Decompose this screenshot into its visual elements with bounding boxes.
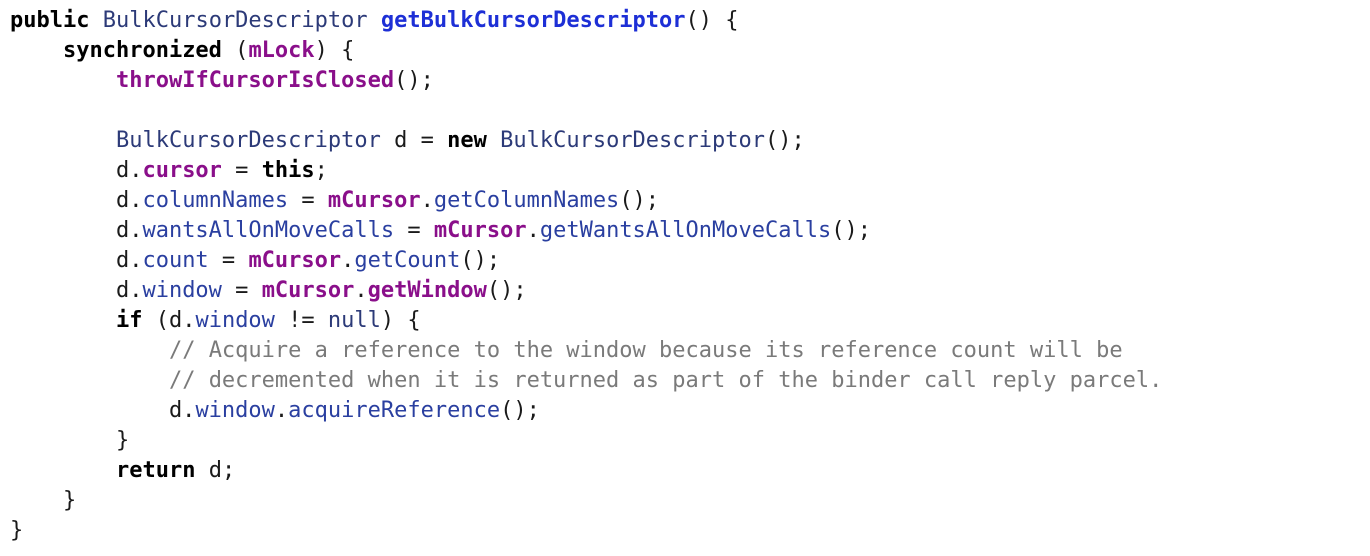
code-token: synchronized	[62, 38, 222, 63]
code-line: }	[10, 516, 1370, 546]
code-token: null	[327, 308, 381, 333]
code-token: ) {	[380, 308, 421, 333]
code-token: }	[10, 428, 130, 453]
code-token: ) {	[314, 38, 355, 63]
code-token: this	[261, 158, 315, 183]
code-token: .	[354, 278, 368, 303]
code-token: new	[447, 128, 487, 153]
code-line: d.window.acquireReference();	[10, 396, 1370, 426]
code-token: d;	[195, 458, 236, 483]
code-token: if	[115, 308, 143, 333]
code-line: }	[10, 426, 1370, 456]
code-token: =	[208, 248, 249, 273]
code-line: throwIfCursorIsClosed();	[10, 66, 1370, 96]
code-token: d.	[10, 188, 143, 213]
code-token: =	[221, 158, 262, 183]
code-line: }	[10, 486, 1370, 516]
code-token: count	[142, 248, 209, 273]
code-token: .	[526, 218, 540, 243]
code-token: mCursor	[248, 248, 342, 273]
code-line: d.wantsAllOnMoveCalls = mCursor.getWants…	[10, 216, 1370, 246]
code-token: // decremented when it is returned as pa…	[168, 368, 1163, 393]
code-line: synchronized (mLock) {	[10, 36, 1370, 66]
code-token: d.	[10, 278, 143, 303]
code-token: throwIfCursorIsClosed	[115, 68, 395, 93]
code-token: mCursor	[327, 188, 421, 213]
code-token: getWantsAllOnMoveCalls	[539, 218, 832, 243]
code-token: ();	[460, 248, 501, 273]
code-token: (	[221, 38, 249, 63]
code-token: =	[394, 218, 434, 243]
code-token: d.	[10, 248, 143, 273]
code-token: ;	[314, 158, 328, 183]
code-token: wantsAllOnMoveCalls	[142, 218, 395, 243]
code-token: getWindow	[367, 278, 487, 303]
code-token: window	[195, 398, 275, 423]
code-token: window	[142, 278, 222, 303]
code-line: if (d.window != null) {	[10, 306, 1370, 336]
code-line: d.window = mCursor.getWindow();	[10, 276, 1370, 306]
code-token: public	[10, 8, 90, 33]
code-token: !=	[274, 308, 328, 333]
code-token: acquireReference	[288, 398, 501, 423]
code-token: .	[341, 248, 355, 273]
code-token: mLock	[248, 38, 315, 63]
code-token: ();	[765, 128, 805, 153]
code-token: .	[274, 398, 289, 423]
code-token: d.	[10, 398, 196, 423]
code-line: // decremented when it is returned as pa…	[10, 366, 1370, 396]
code-token: getBulkCursorDescriptor	[380, 8, 686, 33]
code-token: // Acquire a reference to the window bec…	[168, 338, 1123, 363]
code-token: ();	[486, 278, 527, 303]
code-token: mCursor	[261, 278, 355, 303]
code-token: return	[115, 458, 196, 483]
code-token: BulkCursorDescriptor	[500, 128, 766, 153]
code-token: ();	[619, 188, 660, 213]
code-line: d.cursor = this;	[10, 156, 1370, 186]
code-token: window	[195, 308, 275, 333]
code-token: ();	[394, 68, 434, 93]
code-line: d.count = mCursor.getCount();	[10, 246, 1370, 276]
code-token: d.	[10, 218, 143, 243]
code-token: BulkCursorDescriptor	[115, 128, 381, 153]
code-token: }	[10, 488, 77, 513]
code-token: .	[420, 188, 434, 213]
code-token: ();	[831, 218, 871, 243]
code-line: // Acquire a reference to the window bec…	[10, 336, 1370, 366]
code-token: d.	[10, 158, 143, 183]
code-token: ();	[500, 398, 540, 423]
code-token: d =	[380, 128, 448, 153]
code-token: =	[221, 278, 262, 303]
code-token: cursor	[142, 158, 222, 183]
code-line: return d;	[10, 456, 1370, 486]
code-token: columnNames	[142, 188, 289, 213]
code-token: =	[288, 188, 328, 213]
code-line: BulkCursorDescriptor d = new BulkCursorD…	[10, 126, 1370, 156]
code-line: d.columnNames = mCursor.getColumnNames()…	[10, 186, 1370, 216]
code-token: () {	[685, 8, 739, 33]
code-token: (d.	[142, 308, 196, 333]
code-token: }	[10, 518, 24, 543]
code-token: BulkCursorDescriptor	[102, 8, 368, 33]
code-token: mCursor	[433, 218, 527, 243]
code-token: getCount	[354, 248, 461, 273]
code-token: getColumnNames	[433, 188, 620, 213]
code-line: public BulkCursorDescriptor getBulkCurso…	[10, 6, 1370, 36]
code-block: public BulkCursorDescriptor getBulkCurso…	[0, 0, 1370, 546]
